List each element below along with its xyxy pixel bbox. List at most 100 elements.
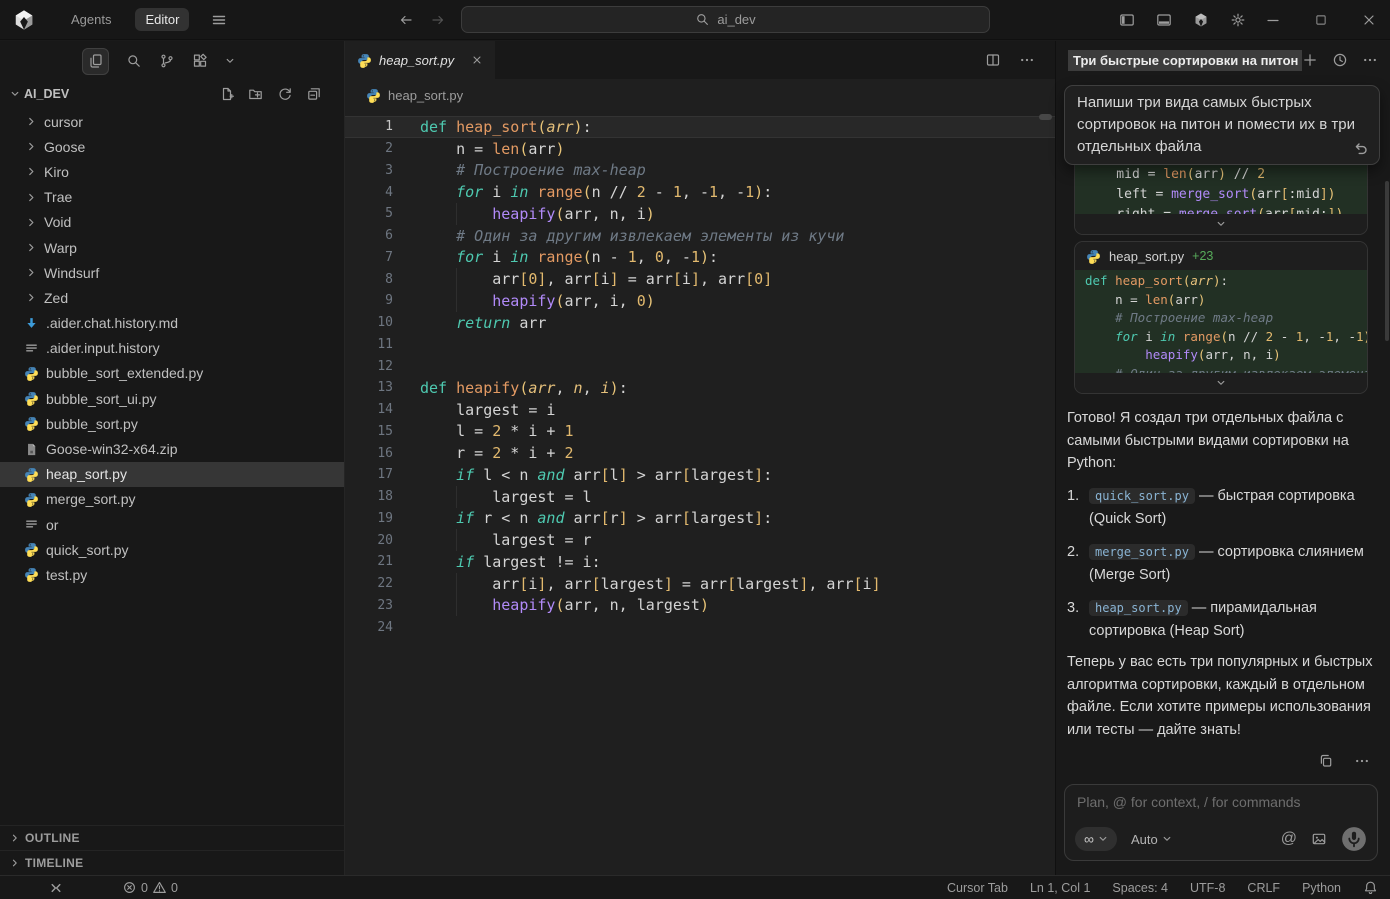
chat-scrollbar-thumb[interactable] xyxy=(1385,181,1389,341)
code-line[interactable]: 18 largest = l xyxy=(345,486,1055,508)
folder-row[interactable]: Kiro xyxy=(0,159,344,184)
user-message[interactable]: Напиши три вида самых быстрых сортировок… xyxy=(1064,85,1380,165)
problems-indicator[interactable]: 0 0 xyxy=(122,880,178,895)
nav-forward-icon[interactable] xyxy=(430,12,446,28)
chat-more-icon[interactable] xyxy=(1362,52,1378,68)
explorer-header[interactable]: AI_DEV xyxy=(0,81,344,107)
source-control-icon[interactable] xyxy=(159,53,175,69)
notifications-bell-icon[interactable] xyxy=(1363,880,1378,895)
code-line[interactable]: 3 # Построение max-heap xyxy=(345,160,1055,182)
code-line[interactable]: 11 xyxy=(345,334,1055,356)
code-line[interactable]: 24 xyxy=(345,616,1055,638)
folder-row[interactable]: Void xyxy=(0,210,344,235)
code-card-header[interactable]: heap_sort.py +23 xyxy=(1075,242,1367,270)
window-close-button[interactable] xyxy=(1348,0,1390,40)
search-input[interactable]: ai_dev xyxy=(461,6,990,33)
code-line[interactable]: 21 if largest != i: xyxy=(345,551,1055,573)
mention-icon[interactable]: @ xyxy=(1281,830,1297,848)
settings-gear-icon[interactable] xyxy=(1230,12,1246,28)
code-line[interactable]: 2 n = len(arr) xyxy=(345,138,1055,160)
file-row[interactable]: heap_sort.py xyxy=(0,462,344,487)
code-card-footer[interactable] xyxy=(1075,214,1367,234)
collapse-all-icon[interactable] xyxy=(306,86,322,102)
explorer-view-button[interactable] xyxy=(82,48,109,75)
statusbar-item[interactable]: UTF-8 xyxy=(1190,881,1225,895)
file-row[interactable]: merge_sort.py xyxy=(0,487,344,512)
statusbar-item[interactable]: Python xyxy=(1302,881,1341,895)
code-editor[interactable]: 1def heap_sort(arr):2 n = len(arr)3 # По… xyxy=(345,111,1055,638)
chevron-down-icon[interactable] xyxy=(225,56,235,66)
code-line[interactable]: 9 heapify(arr, i, 0) xyxy=(345,290,1055,312)
file-row[interactable]: test.py xyxy=(0,562,344,587)
file-row[interactable]: .aider.chat.history.md xyxy=(0,311,344,336)
message-more-icon[interactable] xyxy=(1354,753,1370,769)
code-line[interactable]: 7 for i in range(n - 1, 0, -1): xyxy=(345,247,1055,269)
code-card-footer[interactable] xyxy=(1075,373,1367,393)
tab-agents[interactable]: Agents xyxy=(61,8,121,31)
file-row[interactable]: .aider.input.history xyxy=(0,336,344,361)
file-row[interactable]: Goose-win32-x64.zip xyxy=(0,436,344,461)
folder-row[interactable]: Windsurf xyxy=(0,260,344,285)
nav-back-icon[interactable] xyxy=(398,12,414,28)
folder-row[interactable]: Warp xyxy=(0,235,344,260)
code-line[interactable]: 14 largest = i xyxy=(345,399,1055,421)
code-line[interactable]: 19 if r < n and arr[r] > arr[largest]: xyxy=(345,508,1055,530)
restore-checkpoint-icon[interactable] xyxy=(1353,141,1369,157)
statusbar-item[interactable]: Ln 1, Col 1 xyxy=(1030,881,1090,895)
microphone-icon[interactable] xyxy=(1341,826,1367,852)
code-line[interactable]: 17 if l < n and arr[l] > arr[largest]: xyxy=(345,464,1055,486)
extensions-icon[interactable] xyxy=(192,53,208,69)
chat-title[interactable]: Три быстрые сортировки на питон xyxy=(1068,50,1302,71)
chat-input-box[interactable]: ∞ Auto @ xyxy=(1064,784,1378,861)
window-minimize-button[interactable] xyxy=(1252,0,1294,40)
refresh-icon[interactable] xyxy=(277,86,293,102)
split-editor-icon[interactable] xyxy=(985,52,1001,68)
file-row[interactable]: bubble_sort.py xyxy=(0,411,344,436)
void-cube-icon[interactable] xyxy=(1193,12,1209,28)
tab-close-icon[interactable] xyxy=(471,54,483,66)
folder-row[interactable]: Trae xyxy=(0,185,344,210)
tab-editor[interactable]: Editor xyxy=(135,8,189,31)
menu-icon[interactable] xyxy=(211,12,227,28)
code-line[interactable]: 16 r = 2 * i + 2 xyxy=(345,442,1055,464)
copy-icon[interactable] xyxy=(1318,753,1334,769)
statusbar-item[interactable]: CRLF xyxy=(1247,881,1280,895)
model-selector[interactable]: Auto xyxy=(1131,832,1172,847)
new-folder-icon[interactable] xyxy=(248,86,264,102)
code-line[interactable]: 10 return arr xyxy=(345,312,1055,334)
history-icon[interactable] xyxy=(1332,52,1348,68)
file-row[interactable]: bubble_sort_ui.py xyxy=(0,386,344,411)
search-view-icon[interactable] xyxy=(126,53,142,69)
file-row[interactable]: quick_sort.py xyxy=(0,537,344,562)
code-line[interactable]: 1def heap_sort(arr): xyxy=(345,116,1055,138)
window-maximize-button[interactable] xyxy=(1300,0,1342,40)
chat-input[interactable] xyxy=(1077,794,1365,810)
breadcrumb[interactable]: heap_sort.py xyxy=(345,79,1055,111)
toggle-panel-icon[interactable] xyxy=(1156,12,1172,28)
code-line[interactable]: 22 arr[i], arr[largest] = arr[largest], … xyxy=(345,573,1055,595)
file-row[interactable]: or xyxy=(0,512,344,537)
more-actions-icon[interactable] xyxy=(1019,52,1035,68)
code-line[interactable]: 13def heapify(arr, n, i): xyxy=(345,377,1055,399)
code-line[interactable]: 12 xyxy=(345,355,1055,377)
code-line[interactable]: 4 for i in range(n // 2 - 1, -1, -1): xyxy=(345,181,1055,203)
code-line[interactable]: 20 largest = r xyxy=(345,529,1055,551)
file-row[interactable]: bubble_sort_extended.py xyxy=(0,361,344,386)
folder-row[interactable]: cursor xyxy=(0,109,344,134)
statusbar-item[interactable]: Spaces: 4 xyxy=(1112,881,1168,895)
new-chat-icon[interactable] xyxy=(1302,52,1318,68)
code-line[interactable]: 5 heapify(arr, n, i) xyxy=(345,203,1055,225)
outline-section[interactable]: OUTLINE xyxy=(0,825,344,850)
folder-row[interactable]: Goose xyxy=(0,134,344,159)
code-line[interactable]: 6 # Один за другим извлекаем элементы из… xyxy=(345,225,1055,247)
attach-image-icon[interactable] xyxy=(1311,831,1327,847)
tab-heap-sort[interactable]: heap_sort.py xyxy=(345,41,495,79)
agent-mode-pill[interactable]: ∞ xyxy=(1075,827,1117,851)
folder-row[interactable]: Zed xyxy=(0,285,344,310)
timeline-section[interactable]: TIMELINE xyxy=(0,850,344,875)
code-line[interactable]: 8 arr[0], arr[i] = arr[i], arr[0] xyxy=(345,268,1055,290)
statusbar-item[interactable]: Cursor Tab xyxy=(947,881,1008,895)
remote-icon[interactable] xyxy=(48,880,64,896)
toggle-sidebar-icon[interactable] xyxy=(1119,12,1135,28)
editor-scrollbar-thumb[interactable] xyxy=(1039,114,1052,120)
